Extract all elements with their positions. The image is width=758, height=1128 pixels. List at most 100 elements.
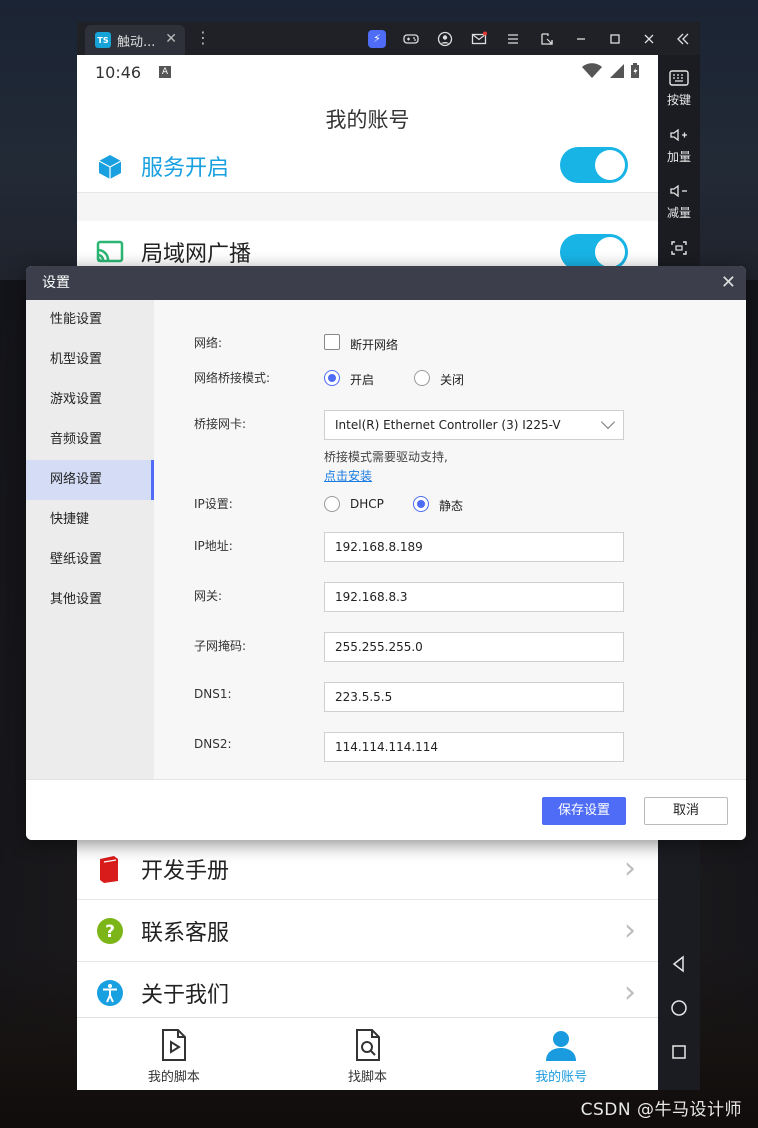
settings-nav-shortcuts[interactable]: 快捷键 (26, 500, 154, 540)
volume-up-label: 加量 (666, 150, 691, 164)
gateway-input[interactable]: 192.168.8.3 (324, 582, 624, 612)
network-label: 网络: (194, 336, 223, 350)
bridge-off-radio[interactable] (414, 370, 430, 386)
settings-nav-audio[interactable]: 音频设置 (26, 420, 154, 460)
bridge-on-radio[interactable] (324, 370, 340, 386)
android-recents-button[interactable] (658, 1043, 700, 1065)
dialog-footer: 保存设置 取消 (26, 779, 746, 840)
cancel-button[interactable]: 取消 (644, 797, 728, 825)
chevron-down-icon (600, 414, 616, 430)
row-label: 关于我们 (141, 982, 230, 1008)
android-back-button[interactable] (658, 955, 700, 977)
nav-find-scripts[interactable]: 找脚本 (271, 1018, 465, 1090)
circle-home-icon (671, 1000, 687, 1016)
subnet-mask-input[interactable]: 255.255.255.0 (324, 632, 624, 662)
gamepad-icon (403, 33, 419, 44)
screenshot-button[interactable] (658, 239, 700, 261)
account-button[interactable] (428, 22, 462, 55)
page-title: 我的账号 (77, 89, 658, 151)
mail-icon (471, 31, 487, 44)
dialog-close-icon[interactable]: ✕ (721, 266, 736, 300)
resize-icon (541, 32, 553, 45)
list-item-dev-manual[interactable]: 开发手册 › (77, 838, 658, 900)
dns1-input[interactable]: 223.5.5.5 (324, 682, 624, 712)
boost-button[interactable]: ⚡ (360, 22, 394, 55)
gamepad-button[interactable] (394, 22, 428, 55)
close-window-button[interactable] (632, 22, 666, 55)
install-driver-link[interactable]: 点击安装 (324, 467, 372, 484)
save-settings-button[interactable]: 保存设置 (542, 797, 626, 825)
lan-broadcast-toggle[interactable] (560, 234, 628, 270)
volume-down-button[interactable]: 减量 (658, 182, 700, 221)
emulator-toolbar: ⚡ (360, 22, 700, 55)
ip-address-input[interactable]: 192.168.8.189 (324, 532, 624, 562)
service-toggle[interactable] (560, 147, 628, 183)
list-item-about[interactable]: 关于我们 › (77, 962, 658, 1024)
nav-my-scripts[interactable]: 我的脚本 (77, 1018, 271, 1090)
tab-close-icon[interactable]: ✕ (165, 31, 177, 47)
dhcp-label: DHCP (350, 497, 384, 511)
ip-setting-label: IP设置: (194, 497, 233, 511)
settings-nav-network[interactable]: 网络设置 (26, 460, 154, 500)
disconnect-network-checkbox[interactable] (324, 334, 340, 350)
list-item-service[interactable]: 服务开启 (77, 147, 658, 193)
bridge-nic-select[interactable]: Intel(R) Ethernet Controller (3) I225-V (324, 410, 624, 440)
row-label: 开发手册 (141, 858, 230, 884)
chevron-right-icon: › (624, 975, 636, 1010)
nav-label: 我的脚本 (147, 1070, 200, 1085)
nav-my-account[interactable]: 我的账号 (464, 1018, 658, 1090)
volume-down-icon (670, 184, 687, 198)
double-chevron-left-icon (677, 33, 689, 44)
settings-nav-game[interactable]: 游戏设置 (26, 380, 154, 420)
emulator-tab[interactable]: TS 触动... ✕ (85, 25, 185, 55)
android-home-button[interactable] (658, 999, 700, 1021)
nav-label: 找脚本 (348, 1070, 388, 1085)
list-item-support[interactable]: ? 联系客服 › (77, 900, 658, 962)
chevron-right-icon: › (624, 913, 636, 948)
bridge-mode-label: 网络桥接模式: (194, 371, 271, 385)
bridge-off-label: 关闭 (440, 373, 465, 387)
close-icon (644, 34, 654, 43)
cast-icon (96, 240, 124, 262)
notification-a-icon: A (159, 66, 171, 78)
subnet-mask-label: 子网掩码: (194, 639, 247, 653)
keymap-button[interactable]: 按键 (658, 69, 700, 108)
maximize-button[interactable] (598, 22, 632, 55)
screenshot-icon (671, 241, 687, 255)
bridge-on-label: 开启 (350, 373, 375, 387)
menu-button[interactable] (496, 22, 530, 55)
volume-up-button[interactable]: 加量 (658, 126, 700, 165)
dhcp-radio[interactable] (324, 496, 340, 512)
minimize-button[interactable] (564, 22, 598, 55)
keymap-label: 按键 (666, 93, 691, 107)
dns2-label: DNS2: (194, 737, 232, 751)
collapse-sidebar-button[interactable] (666, 22, 700, 55)
dns2-input[interactable]: 114.114.114.114 (324, 732, 624, 762)
ip-address-label: IP地址: (194, 539, 233, 553)
more-vertical-icon[interactable]: ⋮ (195, 28, 211, 47)
settings-nav: 性能设置 机型设置 游戏设置 音频设置 网络设置 快捷键 壁纸设置 其他设置 (26, 300, 154, 779)
mail-button[interactable] (462, 22, 496, 55)
settings-nav-model[interactable]: 机型设置 (26, 340, 154, 380)
disconnect-network-label: 断开网络 (350, 338, 399, 352)
signal-icon (610, 64, 624, 78)
book-icon (100, 855, 118, 883)
watermark: CSDN @牛马设计师 (580, 1100, 742, 1120)
triangle-back-icon (672, 955, 684, 973)
static-ip-radio[interactable] (413, 496, 429, 512)
emulator-tabbar: TS 触动... ✕ ⋮ ⚡ (77, 22, 700, 55)
cube-icon (98, 155, 122, 179)
screen-mode-button[interactable] (530, 22, 564, 55)
settings-dialog: 设置 ✕ 性能设置 机型设置 游戏设置 音频设置 网络设置 快捷键 壁纸设置 其… (26, 266, 746, 840)
svg-text:?: ? (105, 922, 115, 942)
user-circle-icon (437, 31, 453, 46)
square-recents-icon (672, 1045, 686, 1059)
bridge-nic-label: 桥接网卡: (194, 417, 247, 431)
settings-nav-wallpaper[interactable]: 壁纸设置 (26, 540, 154, 580)
keyboard-icon (669, 70, 689, 86)
row-label: 联系客服 (141, 920, 230, 946)
settings-nav-other[interactable]: 其他设置 (26, 580, 154, 620)
settings-nav-performance[interactable]: 性能设置 (26, 300, 154, 340)
volume-down-label: 减量 (666, 206, 691, 220)
bridge-nic-value: Intel(R) Ethernet Controller (3) I225-V (335, 418, 561, 432)
